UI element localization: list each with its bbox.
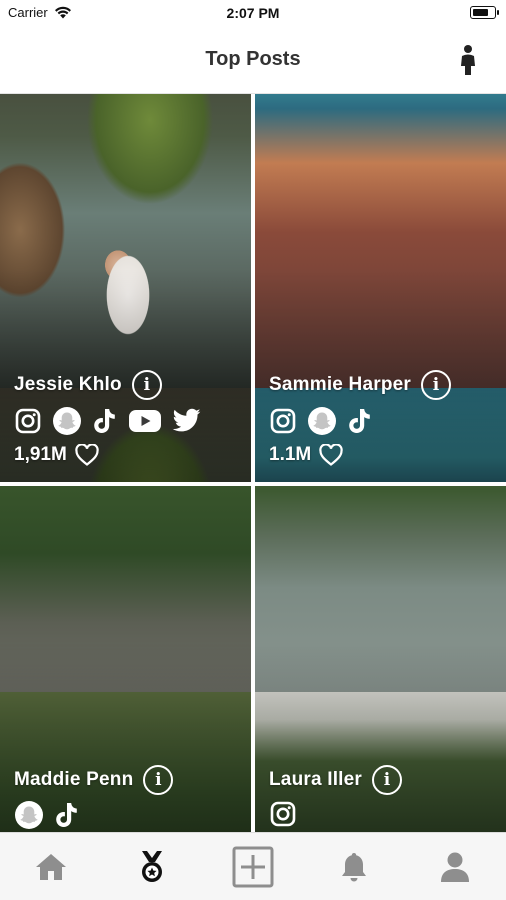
post-card[interactable]: Laura Iller i	[255, 486, 506, 832]
post-card[interactable]: Jessie Khlo i 1,91M	[0, 94, 251, 482]
card-header: Sammie Harper i	[269, 370, 452, 400]
card-header: Laura Iller i	[269, 765, 403, 795]
tab-top-posts[interactable]	[101, 833, 202, 900]
creator-name: Maddie Penn	[14, 769, 134, 790]
bell-icon	[341, 853, 366, 882]
nav-bar: Top Posts	[0, 26, 506, 94]
home-icon	[35, 854, 66, 880]
tab-bar	[0, 832, 506, 900]
info-icon[interactable]: i	[421, 370, 452, 400]
clock: 2:07 PM	[226, 5, 280, 21]
tab-profile[interactable]	[404, 833, 505, 900]
battery-level	[473, 9, 488, 16]
card-header: Maddie Penn i	[14, 765, 174, 795]
tiktok-icon[interactable]	[54, 801, 80, 829]
tiktok-icon[interactable]	[92, 407, 118, 435]
social-links	[269, 406, 373, 436]
likes-count: 1,91M	[14, 444, 67, 465]
social-links	[14, 406, 202, 436]
creator-name: Jessie Khlo	[14, 374, 122, 395]
status-bar: Carrier 2:07 PM	[0, 0, 506, 26]
snapchat-icon[interactable]	[52, 406, 82, 436]
post-card[interactable]: Sammie Harper i 1.1M	[255, 94, 506, 482]
card-header: Jessie Khlo i	[14, 370, 162, 400]
likes-row: 1,91M	[14, 444, 99, 466]
social-links	[269, 800, 297, 828]
info-icon[interactable]: i	[131, 370, 162, 400]
medal-icon	[141, 851, 162, 882]
tab-new-post[interactable]	[202, 833, 303, 900]
likes-row: 1.1M	[269, 444, 343, 466]
snapchat-icon[interactable]	[14, 800, 44, 830]
posts-grid: Jessie Khlo i 1,91M Sammie Harper i 1.1M…	[0, 94, 506, 832]
snapchat-icon[interactable]	[307, 406, 337, 436]
creator-name: Laura Iller	[269, 769, 363, 790]
profile-icon	[440, 852, 469, 882]
post-card[interactable]: Maddie Penn i	[0, 486, 251, 832]
heart-icon[interactable]	[75, 444, 99, 466]
battery-icon	[470, 6, 499, 19]
instagram-icon[interactable]	[269, 800, 297, 828]
page-title: Top Posts	[205, 48, 301, 70]
twitter-icon[interactable]	[172, 408, 202, 434]
tiktok-icon[interactable]	[347, 407, 373, 435]
heart-icon[interactable]	[319, 444, 343, 466]
tab-notifications[interactable]	[303, 833, 404, 900]
creator-name: Sammie Harper	[269, 374, 412, 395]
person-icon[interactable]	[458, 44, 478, 76]
likes-count: 1.1M	[269, 444, 312, 465]
info-icon[interactable]: i	[143, 765, 174, 795]
instagram-icon[interactable]	[14, 407, 42, 435]
instagram-icon[interactable]	[269, 407, 297, 435]
youtube-icon[interactable]	[128, 408, 162, 434]
tab-home[interactable]	[0, 833, 101, 900]
add-post-icon	[232, 846, 273, 888]
info-icon[interactable]: i	[372, 765, 403, 795]
social-links	[14, 800, 80, 830]
